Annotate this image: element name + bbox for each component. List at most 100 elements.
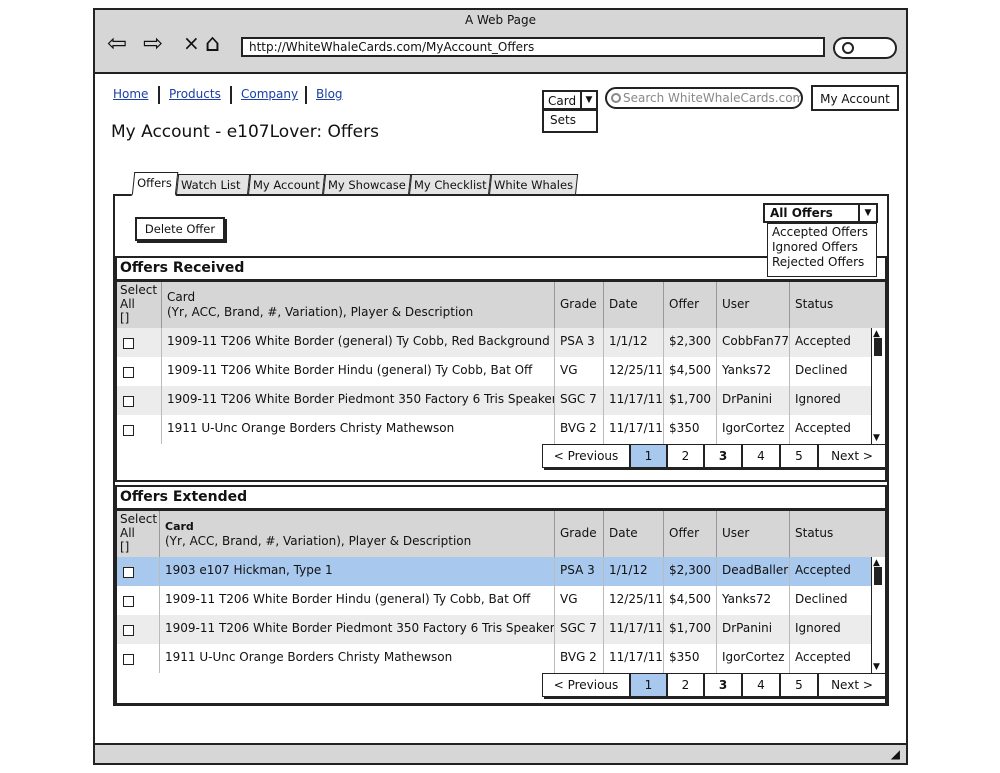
- nav-company-link[interactable]: Company: [241, 87, 298, 101]
- card-header-sublabel: (Yr, ACC, Brand, #, Variation), Player &…: [165, 534, 472, 548]
- card-column-header: Card (Yr, ACC, Brand, #, Variation), Pla…: [161, 282, 554, 328]
- chevron-down-icon: ▼: [580, 92, 596, 108]
- offer-cell: $1,700: [663, 386, 716, 415]
- page-title: My Account - e107Lover: Offers: [111, 122, 379, 142]
- select-all-header[interactable]: Select All []: [117, 282, 161, 328]
- page-3-button[interactable]: 3: [704, 673, 742, 697]
- offer-cell: $2,300: [663, 557, 716, 586]
- table-scrollbar[interactable]: ▲ ▼: [871, 328, 885, 444]
- row-checkbox[interactable]: [123, 625, 134, 636]
- scroll-down-icon[interactable]: ▼: [873, 662, 880, 672]
- date-cell: 12/25/11: [603, 357, 663, 386]
- offers-received-pager: < Previous 1 2 3 4 5 Next >: [542, 444, 886, 468]
- filter-option-ignored[interactable]: Ignored Offers: [772, 240, 872, 255]
- card-column-header: Card (Yr, ACC, Brand, #, Variation), Pla…: [159, 511, 554, 557]
- next-page-button[interactable]: Next >: [818, 444, 886, 468]
- table-row[interactable]: 1909-11 T206 White Border (general) Ty C…: [117, 328, 871, 357]
- row-checkbox[interactable]: [123, 367, 134, 378]
- previous-page-button[interactable]: < Previous: [542, 444, 630, 468]
- next-page-button[interactable]: Next >: [818, 673, 886, 697]
- close-icon[interactable]: ×: [183, 28, 200, 58]
- page-5-button[interactable]: 5: [780, 673, 818, 697]
- offer-column-header: Offer: [663, 282, 716, 328]
- filter-option-accepted[interactable]: Accepted Offers: [772, 225, 872, 240]
- select-all-header[interactable]: Select All []: [117, 511, 159, 557]
- search-category-option[interactable]: Sets: [542, 109, 598, 133]
- page-4-button[interactable]: 4: [742, 673, 780, 697]
- select-label: Select: [120, 512, 158, 526]
- home-icon[interactable]: ⌂: [205, 28, 220, 58]
- page-2-button[interactable]: 2: [667, 444, 704, 468]
- row-checkbox[interactable]: [123, 396, 134, 407]
- user-cell: IgorCortez: [716, 415, 789, 444]
- tab-offers[interactable]: Offers: [131, 172, 179, 196]
- table-row[interactable]: 1911 U-Unc Orange Borders Christy Mathew…: [117, 644, 871, 673]
- all-label: All: [120, 297, 135, 311]
- row-checkbox[interactable]: [123, 596, 134, 607]
- status-cell: Declined: [789, 586, 871, 615]
- resize-grip-icon[interactable]: ◢: [891, 747, 900, 761]
- table-row[interactable]: 1903 e107 Hickman, Type 1 PSA 3 1/1/12 $…: [117, 557, 871, 586]
- previous-page-button[interactable]: < Previous: [542, 673, 630, 697]
- user-cell: Yanks72: [716, 586, 789, 615]
- nav-products-link[interactable]: Products: [169, 87, 221, 101]
- table-row[interactable]: 1909-11 T206 White Border Hindu (general…: [117, 357, 871, 386]
- scroll-thumb[interactable]: [874, 567, 882, 585]
- search-button[interactable]: [833, 37, 897, 59]
- my-account-button[interactable]: My Account: [811, 85, 899, 111]
- tab-my-account[interactable]: My Account: [247, 174, 326, 196]
- delete-offer-button[interactable]: Delete Offer: [135, 217, 225, 241]
- table-header: Select All [] Card (Yr, ACC, Brand, #, V…: [117, 282, 885, 328]
- card-header-label: Card: [165, 520, 194, 533]
- search-category-select[interactable]: Card ▼: [542, 90, 598, 110]
- page-3-button[interactable]: 3: [704, 444, 742, 468]
- scroll-down-icon[interactable]: ▼: [873, 433, 880, 443]
- row-checkbox[interactable]: [123, 425, 134, 436]
- forward-icon[interactable]: ⇨: [143, 28, 163, 58]
- grade-cell: VG: [554, 357, 603, 386]
- offers-extended-table: Select All [] Card (Yr, ACC, Brand, #, V…: [117, 509, 885, 673]
- page-4-button[interactable]: 4: [742, 444, 780, 468]
- status-cell: Accepted: [789, 328, 871, 357]
- page-1-button[interactable]: 1: [630, 673, 667, 697]
- tab-white-whales[interactable]: White Whales: [488, 174, 579, 196]
- row-checkbox[interactable]: [123, 338, 134, 349]
- table-row[interactable]: 1909-11 T206 White Border Piedmont 350 F…: [117, 386, 871, 415]
- select-all-checkbox: []: [120, 540, 130, 554]
- tab-my-checklist[interactable]: My Checklist: [408, 174, 492, 196]
- date-cell: 11/17/11: [603, 644, 663, 673]
- offers-extended-section: Offers Extended Select All [] Card (Yr, …: [115, 485, 887, 705]
- offer-column-header: Offer: [663, 511, 716, 557]
- row-checkbox[interactable]: [123, 654, 134, 665]
- user-cell: CobbFan77: [716, 328, 789, 357]
- user-cell: IgorCortez: [716, 644, 789, 673]
- tab-watch-list[interactable]: Watch List: [175, 174, 251, 196]
- grade-column-header: Grade: [554, 282, 603, 328]
- table-row[interactable]: 1909-11 T206 White Border Hindu (general…: [117, 586, 871, 615]
- search-input[interactable]: Search WhiteWhaleCards.com: [605, 87, 803, 109]
- status-column-header: Status: [789, 511, 885, 557]
- nav-home-link[interactable]: Home: [113, 87, 148, 101]
- grade-cell: PSA 3: [554, 328, 603, 357]
- page-2-button[interactable]: 2: [667, 673, 704, 697]
- tab-my-showcase[interactable]: My Showcase: [322, 174, 412, 196]
- filter-option-rejected[interactable]: Rejected Offers: [772, 255, 872, 270]
- status-cell: Accepted: [789, 415, 871, 444]
- date-cell: 11/17/11: [603, 415, 663, 444]
- table-row[interactable]: 1911 U-Unc Orange Borders Christy Mathew…: [117, 415, 871, 444]
- card-header-label: Card: [167, 290, 196, 304]
- scroll-thumb[interactable]: [874, 338, 882, 356]
- page-1-button[interactable]: 1: [630, 444, 667, 468]
- user-cell: DrPanini: [716, 386, 789, 415]
- grade-cell: BVG 2: [554, 415, 603, 444]
- row-checkbox[interactable]: [123, 567, 134, 578]
- offer-cell: $350: [663, 415, 716, 444]
- nav-blog-link[interactable]: Blog: [316, 87, 343, 101]
- back-icon[interactable]: ⇦: [107, 28, 127, 58]
- table-row[interactable]: 1909-11 T206 White Border Piedmont 350 F…: [117, 615, 871, 644]
- offer-filter-select[interactable]: All Offers ▼: [763, 203, 878, 223]
- table-scrollbar[interactable]: ▲ ▼: [871, 557, 885, 673]
- grade-cell: VG: [554, 586, 603, 615]
- page-5-button[interactable]: 5: [780, 444, 818, 468]
- url-field[interactable]: http://WhiteWhaleCards.com/MyAccount_Off…: [241, 37, 825, 57]
